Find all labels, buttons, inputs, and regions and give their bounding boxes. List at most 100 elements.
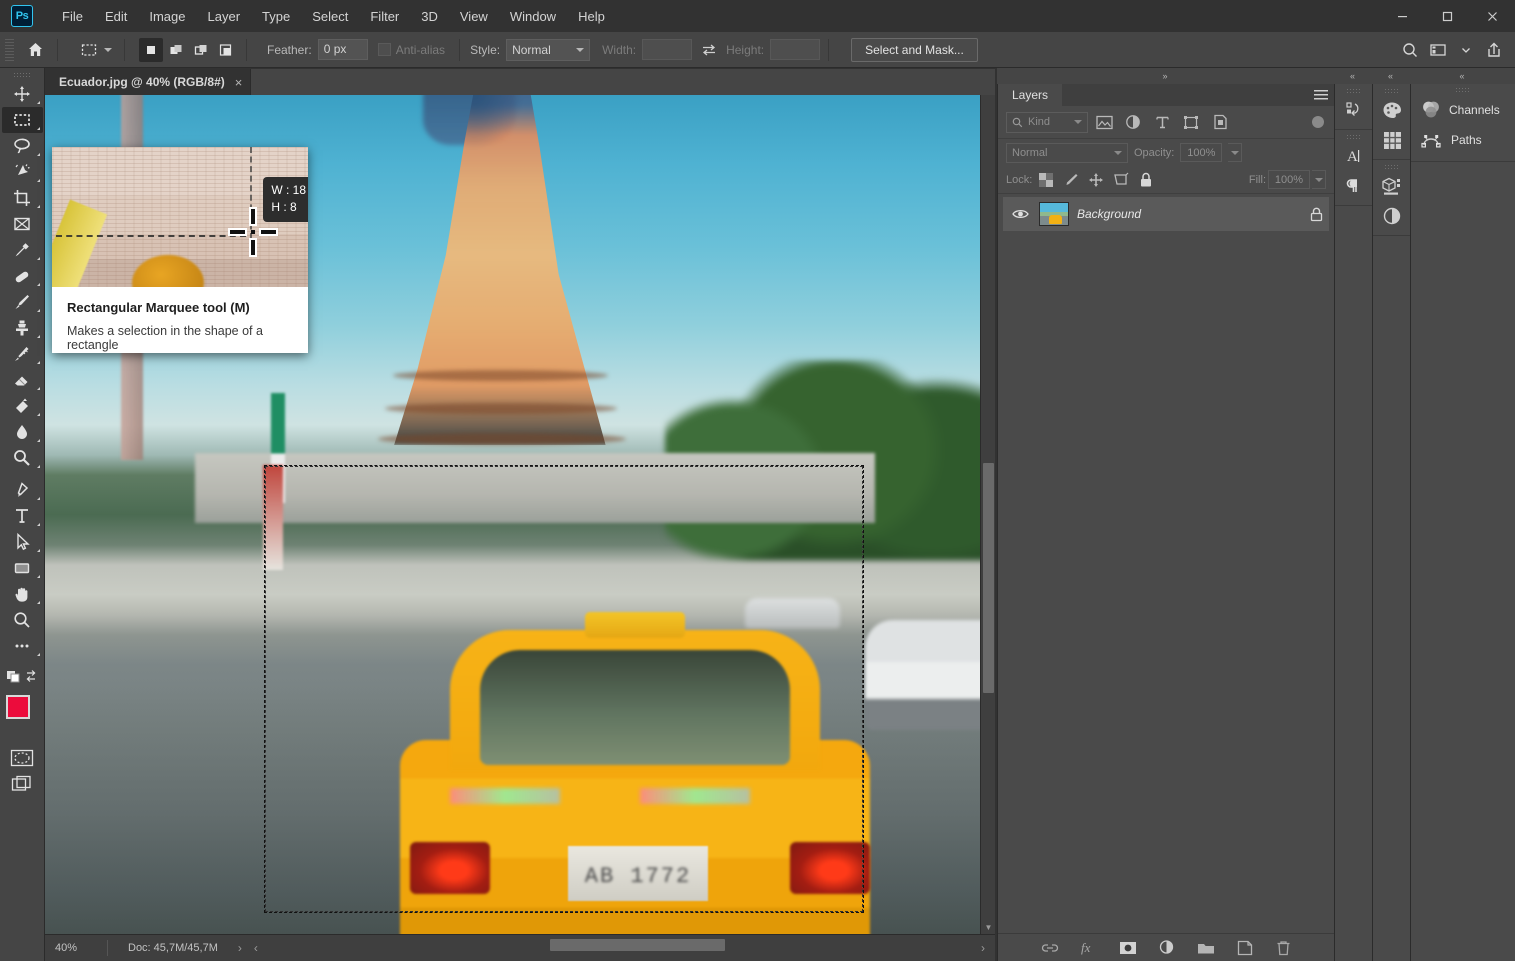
add-to-selection-button[interactable] (164, 38, 188, 62)
hand-tool[interactable] (2, 581, 43, 607)
eyedropper-tool[interactable] (2, 237, 43, 263)
rail-grip[interactable] (1335, 132, 1372, 141)
brush-tool[interactable] (2, 289, 43, 315)
subtract-from-selection-button[interactable] (189, 38, 213, 62)
lock-icon[interactable] (1310, 207, 1323, 222)
canvas-vertical-scrollbar[interactable]: ▼ (980, 95, 995, 934)
layer-filter-kind-select[interactable]: Kind (1006, 112, 1088, 133)
menu-file[interactable]: File (51, 4, 94, 29)
new-group-icon[interactable] (1195, 937, 1217, 959)
smart-object-filter-icon[interactable] (1207, 111, 1233, 133)
opacity-stepper[interactable] (1228, 143, 1242, 162)
dodge-tool[interactable] (2, 445, 43, 471)
menu-select[interactable]: Select (301, 4, 359, 29)
anti-alias-checkbox[interactable] (378, 43, 391, 56)
panel-item-paths[interactable]: Paths (1411, 125, 1515, 155)
lock-position-icon[interactable] (1084, 169, 1107, 191)
canvas-horizontal-scroll-thumb[interactable] (550, 939, 725, 951)
layer-name[interactable]: Background (1077, 207, 1141, 221)
layer-thumbnail[interactable] (1039, 202, 1069, 226)
new-adjustment-layer-icon[interactable] (1156, 937, 1178, 959)
chevron-down-icon[interactable]: ▼ (981, 920, 996, 934)
chevron-right-icon[interactable]: › (238, 941, 242, 955)
tab-layers[interactable]: Layers (998, 84, 1062, 106)
tools-panel-grip[interactable] (0, 70, 44, 81)
add-layer-mask-icon[interactable] (1117, 937, 1139, 959)
menu-edit[interactable]: Edit (94, 4, 138, 29)
menu-filter[interactable]: Filter (359, 4, 410, 29)
menu-window[interactable]: Window (499, 4, 567, 29)
rail-grip[interactable] (1335, 86, 1372, 95)
layer-style-fx-icon[interactable]: fx (1078, 937, 1100, 959)
move-tool[interactable] (2, 81, 43, 107)
zoom-tool[interactable] (2, 607, 43, 633)
canvas-vertical-scroll-thumb[interactable] (983, 463, 994, 693)
chevron-down-icon[interactable] (1453, 37, 1479, 63)
filter-toggle-icon[interactable] (1312, 116, 1324, 128)
menu-help[interactable]: Help (567, 4, 616, 29)
select-and-mask-button[interactable]: Select and Mask... (851, 38, 978, 62)
pen-tool[interactable] (2, 477, 43, 503)
layers-dock-collapse[interactable]: » (997, 68, 1334, 84)
lock-artboard-icon[interactable] (1109, 169, 1132, 191)
maximize-button[interactable] (1425, 0, 1470, 32)
foreground-color-swatch[interactable] (6, 695, 30, 719)
home-icon[interactable] (21, 37, 49, 63)
lock-all-icon[interactable] (1134, 169, 1157, 191)
menu-type[interactable]: Type (251, 4, 301, 29)
options-bar-grip[interactable] (5, 39, 14, 61)
frame-tool[interactable] (2, 211, 43, 237)
crop-tool[interactable] (2, 185, 43, 211)
adjustments-icon[interactable] (1373, 201, 1411, 231)
edit-toolbar-tool[interactable] (2, 633, 43, 659)
spot-healing-brush-tool[interactable] (2, 263, 43, 289)
feather-input[interactable]: 0 px (318, 39, 368, 60)
opacity-value[interactable]: 100% (1180, 143, 1222, 162)
lasso-tool[interactable] (2, 133, 43, 159)
eye-icon[interactable] (1009, 208, 1031, 220)
link-layers-icon[interactable] (1039, 937, 1061, 959)
fill-stepper[interactable] (1312, 170, 1326, 189)
grid-icon[interactable] (1373, 125, 1411, 155)
type-tool[interactable] (2, 503, 43, 529)
menu-image[interactable]: Image (138, 4, 196, 29)
fill-value[interactable]: 100% (1268, 170, 1310, 189)
tool-preset-picker[interactable] (74, 37, 116, 63)
channels-panel-grip[interactable] (1411, 84, 1515, 95)
search-icon[interactable] (1397, 37, 1423, 63)
width-input[interactable] (642, 39, 692, 60)
path-selection-tool[interactable] (2, 529, 43, 555)
gradient-tool[interactable] (2, 393, 43, 419)
new-layer-icon[interactable] (1234, 937, 1256, 959)
eraser-tool[interactable] (2, 367, 43, 393)
lock-image-pixels-icon[interactable] (1059, 169, 1082, 191)
rectangular-marquee-tool[interactable] (2, 107, 43, 133)
minimize-button[interactable] (1380, 0, 1425, 32)
close-icon[interactable]: × (235, 76, 243, 89)
history-brush-tool[interactable] (2, 341, 43, 367)
document-tab[interactable]: Ecuador.jpg @ 40% (RGB/8#) × (45, 69, 251, 95)
workspace-icon[interactable] (1425, 37, 1451, 63)
close-button[interactable] (1470, 0, 1515, 32)
rail-1-collapse[interactable]: « (1334, 68, 1372, 84)
menu-3d[interactable]: 3D (410, 4, 449, 29)
zoom-level[interactable]: 40% (55, 942, 107, 954)
shape-filter-icon[interactable] (1178, 111, 1204, 133)
paragraph-icon[interactable] (1335, 171, 1373, 201)
swap-width-height-icon[interactable] (698, 40, 720, 60)
channels-dock-collapse[interactable]: « (1410, 68, 1515, 84)
share-icon[interactable] (1481, 37, 1507, 63)
clone-stamp-tool[interactable] (2, 315, 43, 341)
style-select[interactable]: Normal (506, 39, 590, 61)
delete-layer-icon[interactable] (1273, 937, 1295, 959)
panel-menu-icon[interactable] (1308, 84, 1334, 106)
intersect-with-selection-button[interactable] (214, 38, 238, 62)
new-selection-button[interactable] (139, 38, 163, 62)
panel-item-channels[interactable]: Channels (1411, 95, 1515, 125)
default-colors-and-swap[interactable] (2, 663, 43, 689)
quick-mask-icon[interactable] (2, 745, 43, 771)
lock-transparent-pixels-icon[interactable] (1034, 169, 1057, 191)
blend-mode-select[interactable]: Normal (1006, 143, 1128, 163)
3d-icon[interactable] (1373, 171, 1411, 201)
type-filter-icon[interactable] (1149, 111, 1175, 133)
